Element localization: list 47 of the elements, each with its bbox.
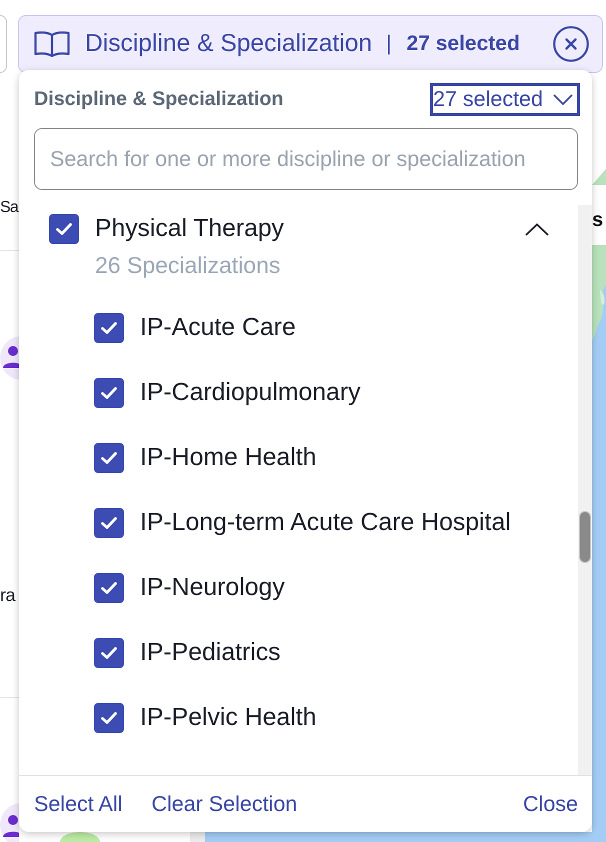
- chevron-up-icon[interactable]: [525, 222, 549, 236]
- close-icon[interactable]: [553, 26, 589, 62]
- selection-count: 27 selected: [406, 32, 520, 56]
- checkbox[interactable]: [94, 702, 124, 732]
- specialization-count: 26 Specializations: [95, 253, 280, 277]
- checkbox[interactable]: [94, 572, 124, 602]
- checkmark-icon: [101, 712, 117, 724]
- input-field[interactable]: [0, 15, 7, 73]
- checkmark-icon: [101, 322, 117, 334]
- filter-label: Discipline & Specialization: [85, 30, 372, 58]
- checkbox[interactable]: [94, 638, 124, 668]
- checkmark-icon: [56, 223, 72, 235]
- checkbox[interactable]: [94, 442, 124, 472]
- selection-count-dropdown[interactable]: 27 selected: [430, 83, 580, 116]
- checkbox[interactable]: [94, 378, 124, 408]
- panel-title: Discipline & Specialization: [34, 88, 284, 111]
- book-icon: [34, 31, 70, 57]
- row-text: Sa: [0, 198, 18, 218]
- discipline-label[interactable]: Physical Therapy: [95, 215, 284, 243]
- specialization-label[interactable]: IP-Neurology: [140, 574, 285, 602]
- checkmark-icon: [101, 452, 117, 464]
- specialization-label[interactable]: IP-Acute Care: [140, 314, 296, 342]
- scrollbar-thumb[interactable]: [580, 512, 590, 562]
- specialization-label[interactable]: IP-Pediatrics: [140, 638, 281, 666]
- specialization-label[interactable]: IP-Cardiopulmonary: [140, 378, 361, 406]
- checkbox[interactable]: [49, 214, 79, 244]
- chevron-down-icon: [553, 94, 573, 105]
- checkmark-icon: [101, 516, 117, 528]
- avatar-icon: [60, 832, 100, 842]
- checkbox[interactable]: [94, 312, 124, 342]
- specialization-label[interactable]: IP-Pelvic Health: [140, 704, 316, 732]
- row-text: ra: [0, 584, 16, 607]
- filter-chip[interactable]: Discipline & Specialization | 27 selected: [18, 15, 603, 73]
- specialization-label[interactable]: IP-Home Health: [140, 444, 316, 472]
- clear-selection-button[interactable]: Clear Selection: [151, 792, 298, 816]
- scrollbar-track[interactable]: [578, 205, 592, 775]
- search-field[interactable]: Search for one or more discipline or specialization: [34, 128, 578, 190]
- checkmark-icon: [101, 582, 117, 594]
- map-label: s: [592, 208, 604, 232]
- specialization-label[interactable]: IP-Long-term Acute Care Hospital: [140, 508, 511, 536]
- checkbox[interactable]: [94, 508, 124, 538]
- select-all-button[interactable]: Select All: [34, 792, 122, 816]
- checkmark-icon: [101, 386, 117, 398]
- close-button[interactable]: Close: [523, 792, 578, 816]
- panel-border: [190, 832, 205, 842]
- checkmark-icon: [101, 646, 117, 658]
- separator: |: [386, 32, 392, 56]
